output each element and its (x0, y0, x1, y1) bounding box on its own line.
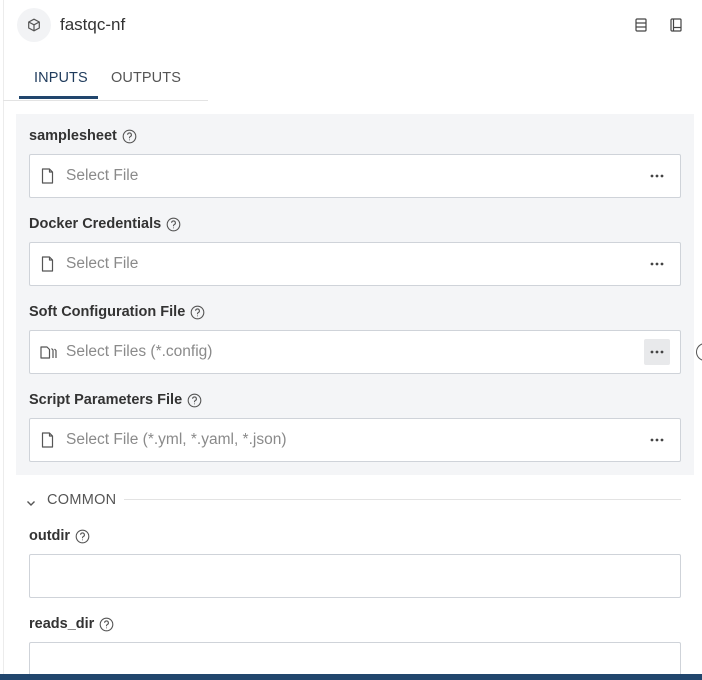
section-title: COMMON (47, 492, 117, 508)
app-header: fastqc-nf (0, 0, 702, 50)
tab-bar: INPUTS OUTPUTS (3, 62, 208, 101)
more-options-button[interactable] (644, 427, 670, 453)
tab-inputs[interactable]: INPUTS (34, 70, 88, 86)
samplesheet-label: samplesheet (29, 128, 137, 144)
reads-dir-label: reads_dir (29, 616, 114, 632)
file-icon (41, 168, 54, 189)
field-label-text: reads_dir (29, 616, 95, 632)
help-icon[interactable] (75, 529, 90, 544)
docker-credentials-label: Docker Credentials (29, 216, 181, 232)
file-placeholder: Select Files (*.config) (66, 343, 213, 360)
chevron-down-icon[interactable] (26, 494, 36, 512)
panel-resize-handle[interactable] (696, 343, 702, 361)
file-placeholder: Select File (*.yml, *.yaml, *.json) (66, 431, 287, 448)
file-placeholder: Select File (66, 167, 139, 184)
active-tab-indicator (19, 96, 98, 99)
bottom-bar (0, 674, 702, 680)
samplesheet-file-picker[interactable]: Select File (29, 154, 681, 198)
more-options-button[interactable] (644, 251, 670, 277)
docker-credentials-file-picker[interactable]: Select File (29, 242, 681, 286)
cube-icon (17, 8, 51, 42)
script-parameters-file-picker[interactable]: Select File (*.yml, *.yaml, *.json) (29, 418, 681, 462)
outdir-label: outdir (29, 528, 90, 544)
file-icon (41, 256, 54, 277)
section-divider (124, 499, 681, 500)
help-icon[interactable] (166, 217, 181, 232)
outdir-input[interactable] (29, 554, 681, 598)
soft-configuration-file-picker[interactable]: Select Files (*.config) (29, 330, 681, 374)
field-label-text: Soft Configuration File (29, 304, 186, 320)
help-icon[interactable] (99, 617, 114, 632)
file-icon (41, 432, 54, 453)
multi-file-icon (40, 345, 57, 364)
help-icon[interactable] (122, 129, 137, 144)
panel-left-border (3, 0, 4, 674)
field-label-text: Docker Credentials (29, 216, 162, 232)
file-placeholder: Select File (66, 255, 139, 272)
help-icon[interactable] (190, 305, 205, 320)
more-options-button[interactable] (644, 339, 670, 365)
common-section-header[interactable]: COMMON (26, 488, 681, 512)
list-view-icon[interactable] (633, 16, 649, 34)
field-label-text: samplesheet (29, 128, 117, 144)
soft-configuration-file-label: Soft Configuration File (29, 304, 205, 320)
help-icon[interactable] (187, 393, 202, 408)
app-title: fastqc-nf (60, 15, 126, 34)
notebook-icon[interactable] (668, 16, 684, 34)
field-label-text: outdir (29, 528, 71, 544)
script-parameters-file-label: Script Parameters File (29, 392, 202, 408)
field-label-text: Script Parameters File (29, 392, 183, 408)
more-options-button[interactable] (644, 163, 670, 189)
tab-outputs[interactable]: OUTPUTS (111, 70, 181, 86)
